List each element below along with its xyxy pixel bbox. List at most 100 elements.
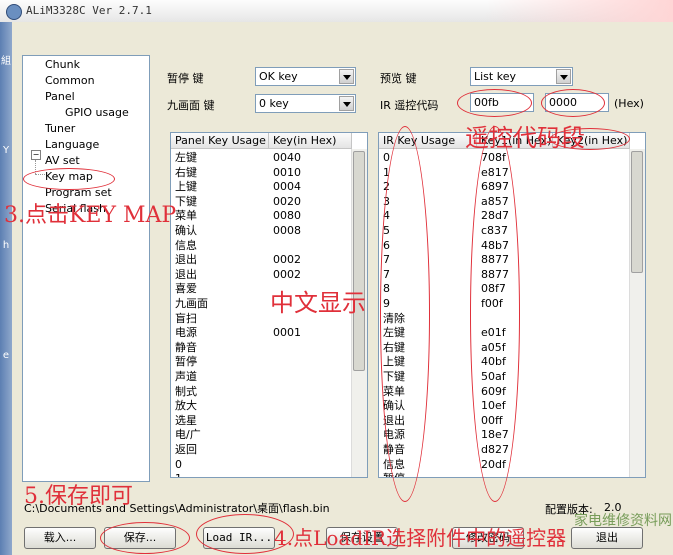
annotation-save-done: 5.保存即可 — [24, 484, 133, 509]
table-row[interactable]: 退出 0002 — [171, 253, 367, 267]
panel-cell: 确认 — [175, 224, 197, 237]
table-row[interactable]: 暂停 — [379, 472, 645, 477]
panel-cell: 0001 — [273, 326, 301, 340]
tree-view[interactable]: − Chunk Common Panel GPIO usage Tuner La… — [22, 55, 150, 482]
panel-cell: 选星 — [175, 413, 197, 427]
table-row[interactable]: 返回 — [171, 443, 367, 457]
table-row[interactable]: 1 — [171, 472, 367, 477]
table-row[interactable]: 菜单 0080 — [171, 209, 367, 223]
annotation-ellipse-ir-key1 — [470, 126, 520, 502]
panel-cell: 制式 — [175, 384, 197, 398]
ir-scrollbar[interactable] — [629, 149, 645, 477]
desktop-label-2: Y — [2, 145, 10, 156]
title-highlight — [485, 0, 673, 22]
table-row[interactable]: 声道 — [171, 370, 367, 384]
tree-item-language[interactable]: Language — [45, 138, 99, 151]
hex-label: (Hex) — [614, 97, 644, 110]
panel-cell: 声道 — [175, 370, 197, 383]
desktop-strip — [0, 22, 12, 555]
table-row[interactable]: 信息 — [171, 239, 367, 253]
panel-cell: 退出 — [175, 253, 197, 267]
annotation-ellipse-ir1 — [457, 89, 532, 117]
table-row[interactable]: 右键 0010 — [171, 166, 367, 180]
pause-key-select[interactable]: OK key — [255, 67, 356, 86]
table-row[interactable]: 静音 — [171, 341, 367, 355]
panel-cell: 退出 — [175, 267, 197, 281]
tree-item-tuner[interactable]: Tuner — [45, 122, 75, 135]
panel-cell: 0008 — [273, 224, 301, 237]
panel-col-key[interactable]: Key(in Hex) — [269, 133, 352, 149]
panel-cell: 0002 — [273, 253, 301, 267]
panel-cell: 菜单 — [175, 209, 197, 223]
pause-key-value: OK key — [259, 70, 298, 83]
panel-cell: 0002 — [273, 267, 301, 281]
exit-button[interactable]: 退出 — [571, 527, 643, 549]
table-row[interactable]: 制式 — [171, 385, 367, 399]
preview-key-select[interactable]: List key — [470, 67, 573, 86]
panel-cell: 下键 — [175, 194, 197, 208]
panel-cell: 0080 — [273, 209, 301, 223]
panel-cell: 0020 — [273, 194, 301, 208]
panel-cell: 放大 — [175, 399, 197, 413]
ir-scroll-thumb[interactable] — [631, 151, 643, 273]
table-row[interactable]: 确认 0008 — [171, 224, 367, 238]
panel-col-usage[interactable]: Panel Key Usage — [171, 133, 269, 149]
panel-scroll-thumb[interactable] — [353, 151, 365, 371]
pause-key-label: 暂停 键 — [167, 72, 204, 85]
panel-cell: 信息 — [175, 238, 197, 252]
panel-cell: 上键 — [175, 180, 197, 194]
annotation-ellipse-ir-usage — [380, 126, 430, 502]
annotation-code-segment: 遥控代码段 — [465, 124, 585, 152]
window-title: ALiM3328C Ver 2.7.1 — [26, 4, 152, 17]
chevron-down-icon[interactable] — [339, 69, 354, 84]
panel-cell: 九画面 — [175, 297, 208, 310]
panel-cell: 0040 — [273, 151, 301, 164]
table-row[interactable]: 左键 0040 — [171, 151, 367, 165]
panel-cell: 电源 — [175, 326, 197, 340]
panel-cell: 右键 — [175, 165, 197, 179]
panel-cell: 0010 — [273, 165, 301, 179]
panel-cell: 盲扫 — [175, 311, 197, 325]
panel-cell: 电/广 — [175, 428, 201, 442]
chevron-down-icon[interactable] — [339, 96, 354, 111]
desktop-label-6: e — [2, 350, 10, 361]
desktop-label-4: h — [2, 240, 10, 251]
annotation-ellipse-ir2 — [541, 89, 605, 117]
annotation-chinese-display: 中文显示 — [270, 289, 366, 317]
table-row[interactable]: 0 — [171, 458, 367, 472]
preview-key-value: List key — [474, 70, 516, 83]
tree-item-av-set[interactable]: AV set — [45, 154, 80, 167]
panel-expander-icon[interactable]: − — [31, 150, 41, 160]
ir-cell: 0 — [383, 151, 390, 164]
chevron-down-icon[interactable] — [556, 69, 571, 84]
app-icon — [6, 4, 22, 20]
table-row[interactable]: 放大 — [171, 399, 367, 413]
table-row[interactable]: 选星 — [171, 414, 367, 428]
ir-code-label: IR 遥控代码 — [380, 99, 439, 112]
panel-cell: 0 — [175, 457, 182, 471]
panel-cell: 喜爱 — [175, 282, 197, 296]
table-row[interactable]: 下键 0020 — [171, 195, 367, 209]
nine-screen-key-label: 九画面 键 — [167, 99, 215, 112]
nine-screen-key-select[interactable]: 0 key — [255, 94, 356, 113]
annotation-ellipse-save — [100, 522, 190, 554]
annotation-load-ir-hint: 4.点LoadIR选择附件中的遥控器 — [274, 526, 567, 550]
panel-cell: 返回 — [175, 443, 197, 456]
desktop-label-0: 組 — [1, 56, 11, 67]
panel-cell: 1 — [175, 472, 182, 477]
panel-cell: 0004 — [273, 180, 301, 194]
preview-key-label: 预览 键 — [380, 72, 417, 85]
table-row[interactable]: 暂停 — [171, 355, 367, 369]
nine-screen-key-value: 0 key — [259, 97, 289, 110]
table-row[interactable]: 上键 0004 — [171, 180, 367, 194]
tree-item-chunk[interactable]: Chunk — [45, 58, 80, 71]
annotation-click-keymap: 3.点击KEY MAP — [4, 203, 177, 228]
load-button[interactable]: 载入... — [24, 527, 96, 549]
tree-item-gpio-usage[interactable]: GPIO usage — [65, 106, 129, 119]
tree-item-common[interactable]: Common — [45, 74, 95, 87]
tree-item-panel[interactable]: Panel — [45, 90, 75, 103]
table-row[interactable]: 电/广 — [171, 428, 367, 442]
table-row[interactable]: 退出 0002 — [171, 268, 367, 282]
table-row[interactable]: 电源 0001 — [171, 326, 367, 340]
panel-cell: 左键 — [175, 151, 197, 164]
